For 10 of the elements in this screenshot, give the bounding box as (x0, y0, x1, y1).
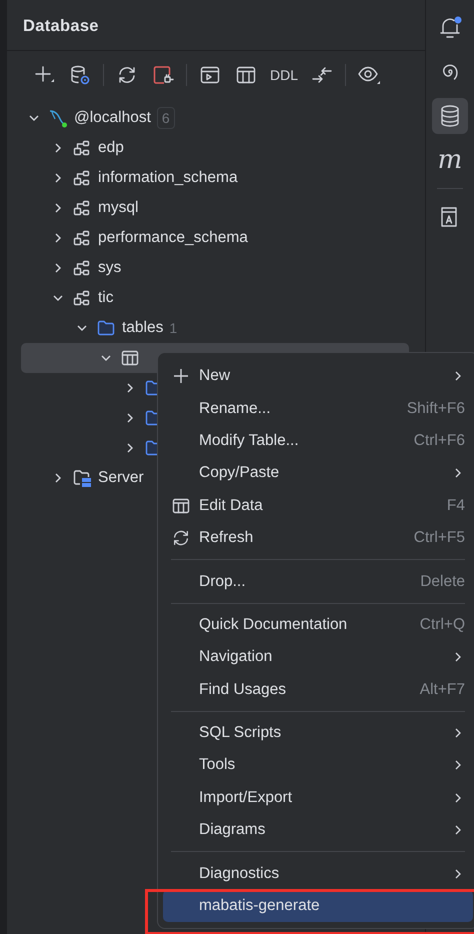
shortcut-label: Ctrl+Q (420, 616, 465, 634)
shortcut-label: Delete (420, 572, 465, 591)
child-count: 6 (156, 107, 175, 129)
shortcut-label: Shift+F6 (406, 400, 465, 418)
shortcut-label: Alt+F7 (420, 680, 465, 699)
panel-title: Database (23, 16, 99, 36)
shortcut-label: Ctrl+F6 (414, 432, 465, 450)
shortcut-label: Ctrl+F5 (414, 529, 465, 548)
child-count: 1 (169, 320, 178, 336)
shortcut-label: F4 (446, 496, 465, 515)
